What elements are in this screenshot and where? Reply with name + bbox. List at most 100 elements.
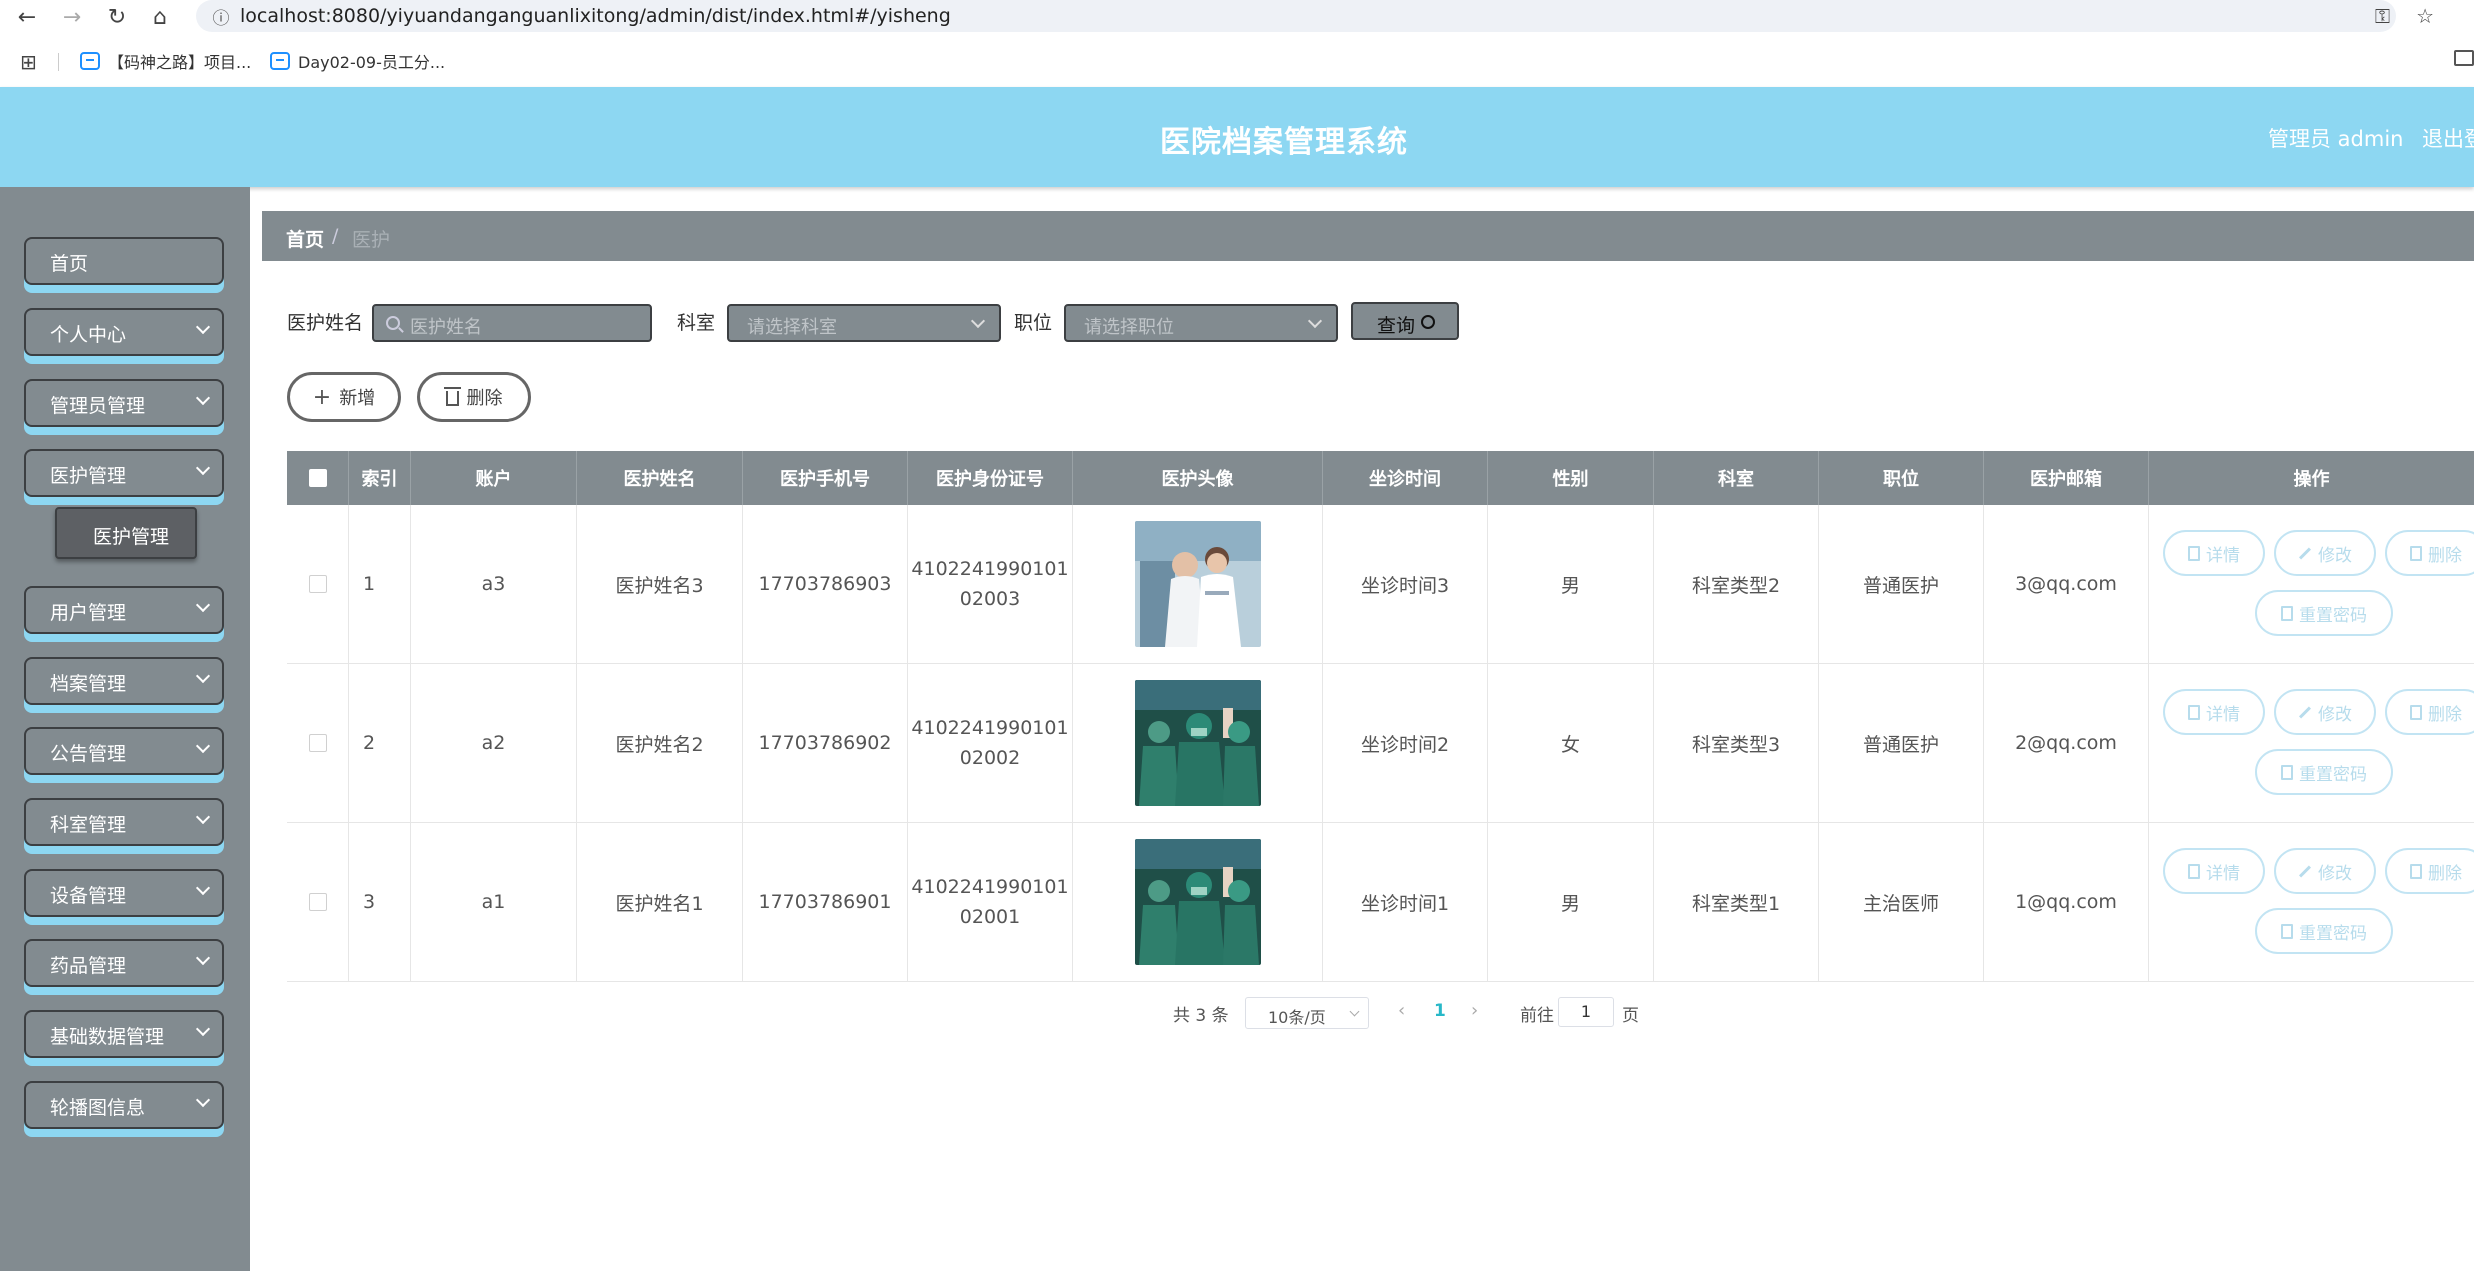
row-checkbox[interactable] [308, 734, 327, 752]
edit-button[interactable]: 修改 [2274, 689, 2376, 735]
row-delete-button[interactable]: 删除 [2385, 530, 2474, 576]
cell-time: 坐诊时间1 [1323, 823, 1488, 981]
document-icon [2188, 545, 2200, 561]
sidebar-item-admin[interactable]: 管理员管理 [24, 379, 224, 427]
header-cell: 账户 [411, 451, 577, 505]
document-icon [2281, 923, 2293, 939]
logout-link[interactable]: 退出登 [2422, 123, 2474, 153]
sidebar-item-users[interactable]: 用户管理 [24, 586, 224, 634]
cell-account: a2 [411, 664, 577, 822]
trash-icon [2410, 704, 2422, 720]
apps-grid-icon[interactable]: ⊞ [20, 50, 37, 74]
cell-name: 医护姓名1 [577, 823, 743, 981]
cell-dept: 科室类型2 [1654, 505, 1819, 663]
reset-password-button[interactable]: 重置密码 [2255, 908, 2393, 954]
cell-operations: 详情 修改 删除 重置密码 [2149, 664, 2474, 822]
sidebar-item-carousel[interactable]: 轮播图信息 [24, 1081, 224, 1129]
home-icon[interactable]: ⌂ [143, 0, 177, 34]
edit-button[interactable]: 修改 [2274, 530, 2376, 576]
sidebar-item-departments[interactable]: 科室管理 [24, 798, 224, 846]
cell-id-number: 4102241990101 02003 [908, 505, 1073, 663]
cell-time: 坐诊时间2 [1323, 664, 1488, 822]
breadcrumb-separator: / [332, 225, 339, 247]
password-key-icon[interactable]: ⚿ [2375, 4, 2390, 28]
search-icon [386, 316, 400, 330]
breadcrumb-home[interactable]: 首页 [286, 225, 324, 252]
bookmarks-bar: ⊞ 【码神之路】项目... Day02-09-员工分... [0, 46, 2474, 76]
avatar[interactable] [1134, 521, 1261, 647]
goto-suffix: 页 [1622, 1006, 1639, 1026]
prev-page-icon[interactable]: ‹ [1398, 1000, 1405, 1021]
document-icon [2281, 605, 2293, 621]
table-header: 索引 账户 医护姓名 医护手机号 医护身份证号 医护头像 坐诊时间 性别 科室 … [287, 451, 2474, 505]
select-all-checkbox[interactable] [308, 469, 327, 487]
next-page-icon[interactable]: › [1471, 1000, 1478, 1021]
chevron-down-icon [1349, 1006, 1360, 1017]
reset-password-button[interactable]: 重置密码 [2255, 590, 2393, 636]
bookmark-item[interactable]: Day02-09-员工分... [270, 49, 445, 73]
goto-page-input[interactable]: 1 [1558, 997, 1614, 1027]
header-cell: 索引 [349, 451, 411, 505]
cell-index: 2 [349, 664, 411, 822]
cell-name: 医护姓名3 [577, 505, 743, 663]
chevron-down-icon [195, 809, 211, 825]
detail-button[interactable]: 详情 [2163, 848, 2265, 894]
reload-icon[interactable]: ↻ [100, 0, 134, 34]
submenu-item-medical-staff[interactable]: 医护管理 [55, 507, 197, 559]
cell-name: 医护姓名2 [577, 664, 743, 822]
add-button[interactable]: + 新增 [287, 372, 401, 422]
site-info-icon[interactable]: ⓘ [204, 0, 238, 32]
query-button[interactable]: 查询 [1351, 302, 1459, 340]
header-cell: 坐诊时间 [1323, 451, 1488, 505]
trash-icon [443, 386, 461, 406]
dept-label: 科室 [677, 312, 716, 334]
sidebar-item-archives[interactable]: 档案管理 [24, 657, 224, 705]
header-cell: 职位 [1819, 451, 1984, 505]
sidebar-item-notices[interactable]: 公告管理 [24, 727, 224, 775]
detail-button[interactable]: 详情 [2163, 689, 2265, 735]
row-delete-button[interactable]: 删除 [2385, 689, 2474, 735]
row-checkbox[interactable] [308, 893, 327, 911]
trash-icon [2410, 863, 2422, 879]
cell-index: 3 [349, 823, 411, 981]
sidebar-item-medical-staff[interactable]: 医护管理 [24, 449, 224, 497]
breadcrumb: 首页 / 医护 [262, 211, 2474, 261]
sidebar-item-equipment[interactable]: 设备管理 [24, 869, 224, 917]
url-text[interactable]: localhost:8080/yiyuandanganguanlixitong/… [240, 5, 951, 27]
cell-position: 主治医师 [1819, 823, 1984, 981]
page-number-current[interactable]: 1 [1434, 1001, 1446, 1021]
pencil-icon [2298, 546, 2312, 560]
bookmark-star-icon[interactable]: ☆ [2416, 4, 2434, 28]
dept-select[interactable]: 请选择科室 [727, 304, 1001, 342]
sidebar-item-personal-center[interactable]: 个人中心 [24, 308, 224, 356]
avatar[interactable] [1134, 680, 1261, 806]
delete-button[interactable]: 删除 [417, 372, 531, 422]
search-icon [1421, 315, 1435, 329]
back-icon[interactable]: ← [10, 0, 44, 34]
forward-icon[interactable]: → [55, 0, 89, 34]
page-size-select[interactable]: 10条/页 [1245, 997, 1369, 1029]
reset-password-button[interactable]: 重置密码 [2255, 749, 2393, 795]
plus-icon: + [312, 384, 332, 410]
sidebar-item-drugs[interactable]: 药品管理 [24, 939, 224, 987]
chevron-down-icon [195, 597, 211, 613]
position-select[interactable]: 请选择职位 [1064, 304, 1338, 342]
avatar[interactable] [1134, 839, 1261, 965]
browser-toolbar: ← → ↻ ⌂ ⓘ localhost:8080/yiyuandangangua… [0, 0, 2474, 34]
row-delete-button[interactable]: 删除 [2385, 848, 2474, 894]
bookmark-item[interactable]: 【码神之路】项目... [80, 49, 251, 73]
name-search-input[interactable]: 医护姓名 [372, 304, 652, 342]
sidebar-item-home[interactable]: 首页 [24, 237, 224, 285]
header-cell: 医护姓名 [577, 451, 743, 505]
pencil-icon [2298, 705, 2312, 719]
address-bar[interactable]: ⓘ localhost:8080/yiyuandanganguanlixiton… [196, 0, 2396, 32]
row-checkbox[interactable] [308, 575, 327, 593]
chevron-down-icon [195, 738, 211, 754]
sidebar-item-base-data[interactable]: 基础数据管理 [24, 1010, 224, 1058]
edit-button[interactable]: 修改 [2274, 848, 2376, 894]
sidebar: 首页 个人中心 管理员管理 医护管理 医护管理 用户管理 档案管理 公告管理 科… [0, 187, 250, 1271]
header-cell: 医护邮箱 [1984, 451, 2149, 505]
cell-phone: 17703786901 [743, 823, 908, 981]
folder-icon[interactable] [2454, 50, 2474, 66]
detail-button[interactable]: 详情 [2163, 530, 2265, 576]
